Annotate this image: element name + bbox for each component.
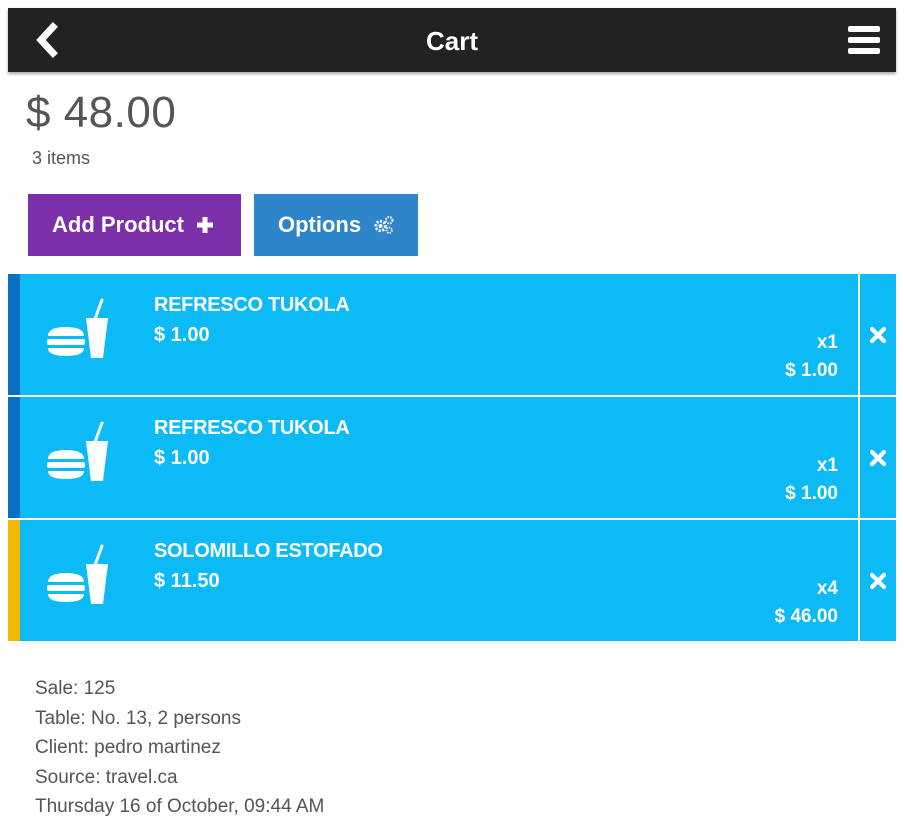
sale-info: Sale: 125 Table: No. 13, 2 persons Clien… bbox=[35, 674, 324, 822]
remove-item-button[interactable] bbox=[860, 520, 896, 641]
item-line-total: $ 1.00 bbox=[785, 360, 838, 381]
menu-button[interactable] bbox=[846, 23, 882, 57]
item-name: SOLOMILLO ESTOFADO bbox=[154, 540, 383, 562]
cart-total: $ 48.00 bbox=[26, 88, 177, 137]
item-line-total: $ 1.00 bbox=[785, 483, 838, 504]
category-stripe bbox=[8, 520, 20, 641]
plus-icon bbox=[197, 217, 213, 233]
remove-item-button[interactable] bbox=[860, 397, 896, 518]
remove-item-button[interactable] bbox=[860, 274, 896, 395]
options-button[interactable]: Options bbox=[254, 194, 418, 256]
gears-icon bbox=[374, 215, 394, 234]
item-name: REFRESCO TUKOLA bbox=[154, 417, 350, 439]
page-title: Cart bbox=[425, 26, 478, 56]
options-label: Options bbox=[278, 212, 362, 237]
source-info: Source: travel.ca bbox=[35, 766, 178, 788]
sale-datetime: Thursday 16 of October, 09:44 AM bbox=[35, 796, 325, 817]
burger-drink-icon bbox=[42, 421, 112, 483]
table-info: Table: No. 13, 2 persons bbox=[35, 707, 241, 729]
item-name: REFRESCO TUKOLA bbox=[154, 294, 350, 316]
category-stripe bbox=[8, 274, 20, 395]
item-unit-price: $ 11.50 bbox=[154, 570, 220, 592]
cart-item[interactable]: REFRESCO TUKOLA $ 1.00 x1 $ 1.00 bbox=[8, 274, 896, 397]
add-product-label: Add Product bbox=[52, 212, 184, 237]
item-line-total: $ 46.00 bbox=[774, 606, 838, 627]
hamburger-menu-icon bbox=[848, 26, 880, 54]
add-product-button[interactable]: Add Product bbox=[28, 194, 241, 256]
item-unit-price: $ 1.00 bbox=[154, 447, 210, 469]
back-button[interactable] bbox=[30, 22, 66, 58]
burger-drink-icon bbox=[42, 298, 112, 360]
cart-items-list: REFRESCO TUKOLA $ 1.00 x1 $ 1.00 REFRESCO TU… bbox=[8, 274, 896, 643]
item-count: 3 items bbox=[32, 148, 91, 168]
category-stripe bbox=[8, 397, 20, 518]
item-quantity: x4 bbox=[816, 578, 838, 599]
cart-item[interactable]: REFRESCO TUKOLA $ 1.00 x1 $ 1.00 bbox=[8, 397, 896, 520]
item-unit-price: $ 1.00 bbox=[154, 324, 210, 346]
cart-item[interactable]: SOLOMILLO ESTOFADO $ 11.50 x4 $ 46.00 bbox=[8, 520, 896, 643]
top-bar: Cart bbox=[8, 8, 896, 72]
sale-number: Sale: 125 bbox=[35, 678, 116, 699]
burger-drink-icon bbox=[42, 544, 112, 606]
client-info: Client: pedro martinez bbox=[35, 737, 221, 758]
chevron-left-icon bbox=[36, 22, 58, 58]
item-quantity: x1 bbox=[816, 455, 838, 476]
item-quantity: x1 bbox=[816, 332, 838, 353]
